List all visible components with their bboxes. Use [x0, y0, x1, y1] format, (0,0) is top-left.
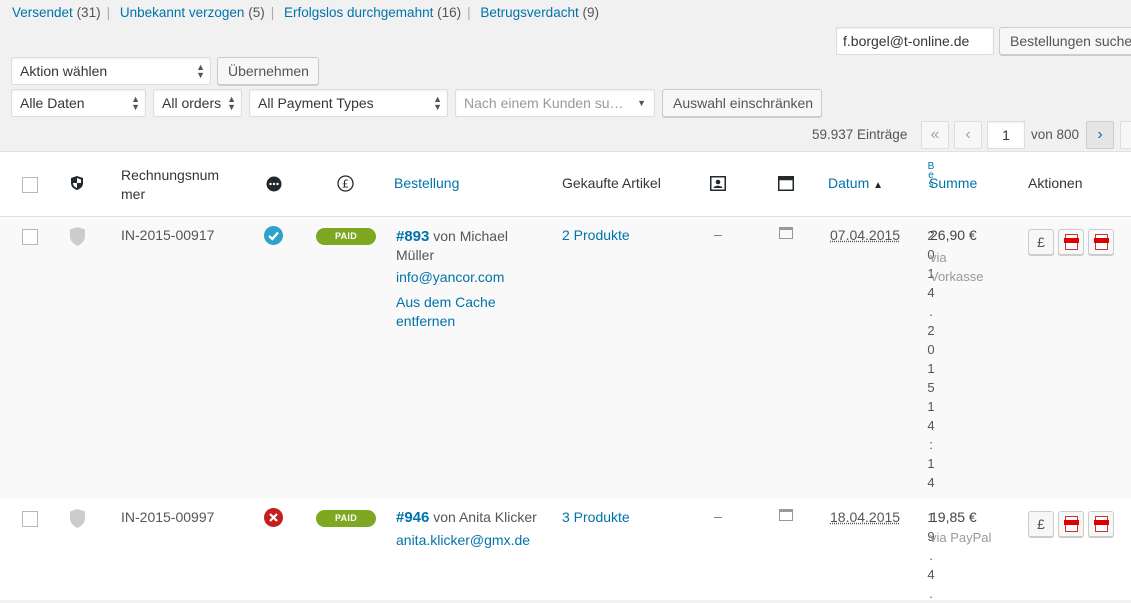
table-row: IN-2015-00997 PAID #946 von Anita Klicke… [0, 499, 1131, 601]
select-arrows-icon: ▲ ▼ [433, 94, 442, 112]
contact-card-icon [710, 176, 726, 194]
status-count: (31) [76, 5, 101, 20]
order-number-link[interactable]: #893 [396, 228, 429, 245]
status-badge: PAID [316, 228, 376, 245]
payment-method: via Vorkasse [930, 250, 984, 284]
customer-email-link[interactable]: anita.klicker@gmx.de [396, 532, 530, 548]
pdf-document-icon[interactable] [1088, 229, 1114, 255]
more-icon [266, 176, 282, 195]
pdf-document-icon[interactable] [1088, 511, 1114, 537]
order-type-value: All orders [162, 95, 222, 111]
select-all-checkbox[interactable] [22, 177, 38, 193]
order-number-link[interactable]: #946 [396, 509, 429, 526]
row-checkbox[interactable] [22, 511, 38, 527]
first-page-button[interactable]: « [921, 121, 949, 149]
separator: | [467, 5, 471, 20]
search-input[interactable]: f.borgel@t-online.de [836, 27, 994, 55]
customer-search-placeholder: Nach einem Kunden su… [464, 95, 624, 111]
invoice-number: IN-2015-00997 [121, 509, 215, 525]
products-link[interactable]: 2 Produkte [562, 227, 630, 243]
status-badge: PAID [316, 510, 376, 527]
pound-circle-icon: £ [337, 175, 354, 195]
status-link-erfolgslos[interactable]: Erfolgslos durchgemahnt [284, 5, 433, 20]
filter-button[interactable]: Auswahl einschränken [662, 89, 822, 117]
status-count: (5) [248, 5, 265, 20]
payment-method: via PayPal [930, 530, 992, 545]
pdf-invoice-icon[interactable] [1058, 229, 1084, 255]
status-link-unbekannt-verzogen[interactable]: Unbekannt verzogen [120, 5, 245, 20]
column-date[interactable]: Datum ▲ [828, 175, 883, 191]
customer-email-link[interactable]: info@yancor.com [396, 269, 504, 285]
remove-from-cache-link[interactable]: Aus dem Cache entfernen [396, 293, 516, 331]
order-type-select[interactable]: All orders ▲ ▼ [153, 89, 242, 117]
check-circle-icon [264, 226, 283, 248]
select-arrows-icon: ▲ ▼ [227, 94, 236, 112]
status-link-versendet[interactable]: Versendet [12, 5, 73, 20]
search-orders-button[interactable]: Bestellungen suchen [999, 27, 1131, 55]
order-date: 07.04.2015 [830, 227, 901, 243]
apply-button[interactable]: Übernehmen [217, 57, 319, 85]
window-icon [779, 508, 793, 524]
next-page-button[interactable]: › [1086, 121, 1114, 149]
pdf-invoice-icon[interactable] [1058, 511, 1084, 537]
status-filter-links: Versendet (31) | Unbekannt verzogen (5) | … [12, 5, 599, 20]
order-date: 18.04.2015 [830, 509, 901, 525]
separator: | [106, 5, 111, 20]
shield-icon [70, 175, 84, 194]
empty-dash: – [714, 508, 722, 524]
sort-asc-icon: ▲ [873, 180, 884, 191]
status-count: (9) [582, 5, 599, 20]
invoice-number: IN-2015-00917 [121, 227, 215, 243]
status-link-betrugsverdacht[interactable]: Betrugsverdacht [480, 5, 578, 20]
payment-type-select[interactable]: All Payment Types ▲ ▼ [249, 89, 448, 117]
products-link[interactable]: 3 Produkte [562, 509, 630, 525]
column-order[interactable]: Bestellung [394, 175, 459, 191]
orders-table: Rechnungsnum mer £ Bestellung Gekaufte A… [0, 151, 1131, 601]
status-count: (16) [437, 5, 462, 20]
table-row: IN-2015-00917 PAID #893 von Michael Müll… [0, 217, 1131, 499]
select-arrows-icon: ▲ ▼ [131, 94, 140, 112]
order-sum: 19,85 € [930, 509, 977, 525]
pound-icon[interactable]: £ [1028, 229, 1054, 255]
payment-type-value: All Payment Types [258, 95, 374, 111]
window-icon [779, 226, 793, 242]
customer-name: von Anita Klicker [433, 509, 537, 525]
shield-icon [69, 508, 86, 532]
bulk-action-select[interactable]: Aktion wählen ▲ ▼ [11, 57, 211, 85]
shield-icon [69, 226, 86, 250]
chevron-down-icon: ▼ [637, 98, 646, 108]
window-icon [778, 176, 794, 194]
date-filter-select[interactable]: Alle Daten ▲ ▼ [11, 89, 146, 117]
pound-icon[interactable]: £ [1028, 511, 1054, 537]
date-filter-value: Alle Daten [20, 95, 85, 111]
column-products: Gekaufte Artikel [562, 175, 661, 191]
separator: | [270, 5, 275, 20]
current-page-input[interactable]: 1 [987, 121, 1025, 149]
select-arrows-icon: ▲ ▼ [196, 62, 205, 80]
order-info: #946 von Anita Klicker [396, 509, 556, 526]
customer-search-select[interactable]: Nach einem Kunden su… ▼ [455, 89, 655, 117]
order-info: #893 von Michael Müller [396, 227, 531, 265]
last-page-button[interactable] [1120, 121, 1131, 149]
column-invoice-number: Rechnungsnum mer [121, 167, 220, 202]
column-actions: Aktionen [1028, 175, 1083, 191]
bulk-action-value: Aktion wählen [20, 63, 108, 79]
error-circle-icon [264, 508, 283, 530]
svg-text:£: £ [342, 178, 349, 191]
order-sum: 26,90 € [930, 227, 977, 243]
total-pages: von 800 [1031, 127, 1080, 142]
item-count: 59.937 Einträge [812, 127, 908, 142]
column-sum[interactable]: Summe [929, 175, 977, 191]
empty-dash: – [714, 226, 722, 242]
row-checkbox[interactable] [22, 229, 38, 245]
prev-page-button[interactable]: ‹ [954, 121, 982, 149]
